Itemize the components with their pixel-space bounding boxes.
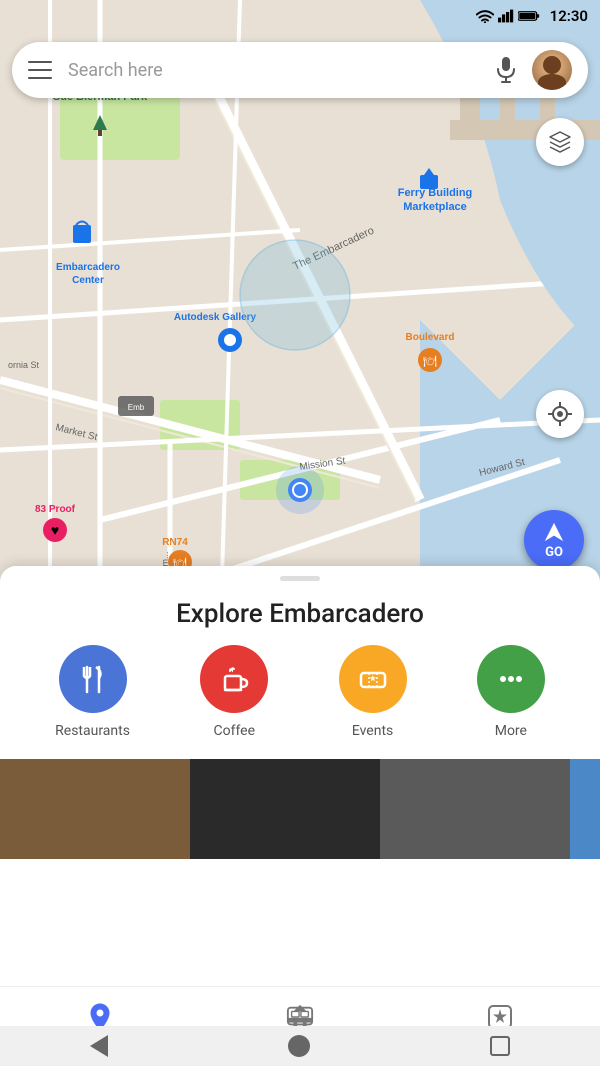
- go-navigation-button[interactable]: GO: [524, 510, 584, 570]
- svg-text:83 Proof: 83 Proof: [35, 504, 76, 515]
- more-label: More: [495, 723, 527, 739]
- user-avatar[interactable]: [532, 50, 572, 90]
- layers-icon: [548, 130, 572, 154]
- category-row: Restaurants Coffee: [0, 645, 600, 759]
- svg-text:Center: Center: [72, 275, 104, 286]
- thumbnail-3[interactable]: [380, 759, 570, 859]
- ticket-icon: [356, 662, 390, 696]
- svg-text:RN74: RN74: [162, 537, 188, 548]
- search-bar[interactable]: Search here: [12, 42, 588, 98]
- coffee-circle: [200, 645, 268, 713]
- go-button-label: GO: [545, 545, 563, 560]
- svg-text:🍽: 🍽: [423, 355, 437, 368]
- restaurants-circle: [59, 645, 127, 713]
- restaurants-label: Restaurants: [55, 723, 130, 739]
- category-restaurants[interactable]: Restaurants: [55, 645, 130, 739]
- category-coffee[interactable]: Coffee: [200, 645, 268, 739]
- svg-text:ornia St: ornia St: [8, 360, 40, 370]
- bottom-sheet: Explore Embarcadero Restaurants: [0, 566, 600, 986]
- status-bar: 12:30: [0, 0, 600, 32]
- fork-knife-icon: [76, 662, 110, 696]
- mic-icon[interactable]: [492, 56, 520, 84]
- map-layers-button[interactable]: [536, 118, 584, 166]
- svg-text:♥: ♥: [51, 522, 59, 538]
- events-circle: [339, 645, 407, 713]
- place-thumbnails: [0, 759, 600, 859]
- thumbnail-1[interactable]: [0, 759, 190, 859]
- more-circle: [477, 645, 545, 713]
- status-icons: 12:30: [476, 7, 588, 25]
- battery-icon: [518, 10, 540, 22]
- coffee-icon: [217, 662, 251, 696]
- menu-icon[interactable]: [28, 61, 52, 79]
- signal-icon: [498, 9, 514, 23]
- events-label: Events: [352, 723, 393, 739]
- search-input[interactable]: Search here: [68, 60, 492, 81]
- svg-text:Marketplace: Marketplace: [403, 201, 467, 213]
- thumbnail-2[interactable]: [190, 759, 380, 859]
- my-location-button[interactable]: [536, 390, 584, 438]
- recents-button[interactable]: [490, 1036, 510, 1056]
- status-time: 12:30: [550, 7, 588, 25]
- svg-text:Boulevard: Boulevard: [406, 332, 455, 343]
- category-more[interactable]: More: [477, 645, 545, 739]
- system-nav-bar: [0, 1026, 600, 1066]
- svg-text:Emb: Emb: [128, 403, 145, 412]
- thumbnail-4[interactable]: [570, 759, 600, 859]
- svg-text:Embarcadero: Embarcadero: [56, 262, 120, 273]
- more-dots-icon: [494, 662, 528, 696]
- category-events[interactable]: Events: [339, 645, 407, 739]
- wifi-icon: [476, 9, 494, 23]
- back-button[interactable]: [90, 1035, 108, 1057]
- explore-title: Explore Embarcadero: [0, 581, 600, 645]
- location-crosshair-icon: [548, 402, 572, 426]
- navigation-arrow-icon: [543, 521, 565, 543]
- home-button[interactable]: [288, 1035, 310, 1057]
- coffee-label: Coffee: [213, 723, 255, 739]
